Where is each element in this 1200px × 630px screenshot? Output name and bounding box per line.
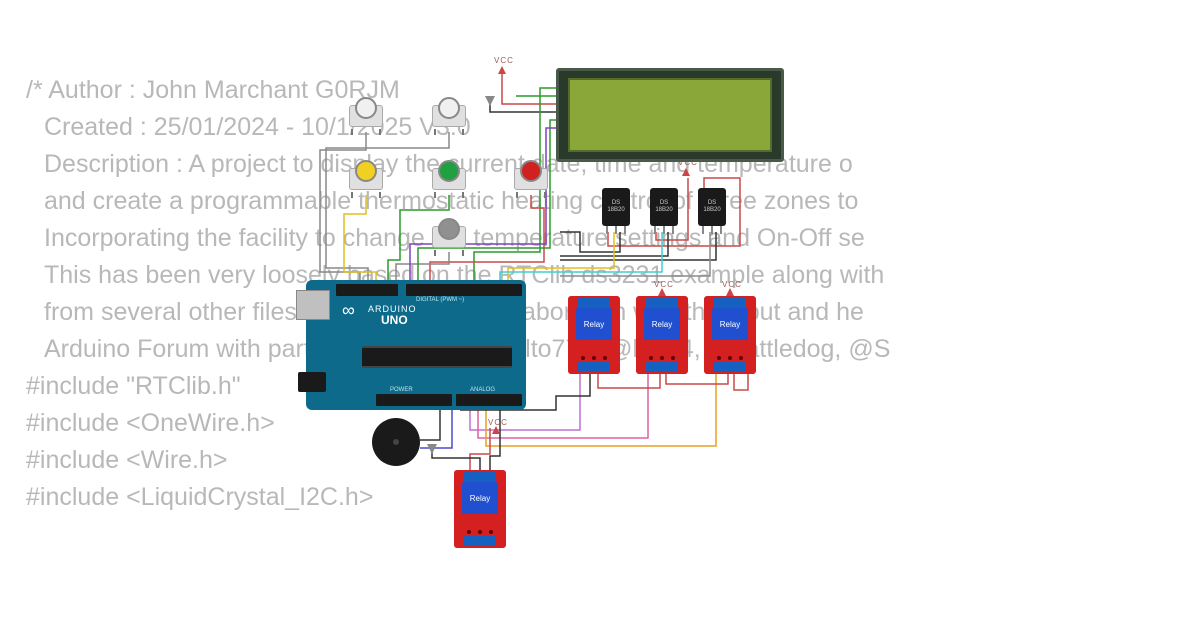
vcc-arrow-icon — [658, 288, 666, 296]
vcc-arrow-icon — [682, 168, 690, 176]
sensor-2: DS18B20 — [650, 188, 678, 226]
relay-terminal — [714, 362, 746, 372]
relay-pin-holes — [464, 530, 496, 534]
relay-pin-holes — [578, 356, 610, 360]
relay-coil-block: Relay — [576, 308, 612, 340]
button-cap — [355, 97, 377, 119]
relay-terminal — [646, 362, 678, 372]
arduino-atmega-chip — [362, 346, 512, 368]
relay-4: Relay — [454, 470, 506, 548]
relay-label: Relay — [652, 320, 672, 329]
arduino-usb-port — [296, 290, 330, 320]
relay-coil-block: Relay — [644, 308, 680, 340]
vcc-arrow-icon — [498, 66, 506, 74]
relay-terminal — [714, 298, 746, 308]
button-white-2 — [428, 97, 470, 131]
vcc-arrow-icon — [726, 288, 734, 296]
lcd-display — [556, 68, 784, 162]
sensor-label: DS — [660, 200, 668, 207]
sensor-label: 18B20 — [703, 207, 720, 214]
relay-pin-holes — [714, 356, 746, 360]
button-gray — [428, 218, 470, 252]
relay-3: Relay — [704, 296, 756, 374]
relay-terminal — [464, 536, 496, 546]
button-cap — [355, 160, 377, 182]
arduino-uno-board: DIGITAL (PWM ~) ∞ ARDUINO UNO POWER ANAL… — [306, 280, 526, 410]
lcd-screen — [568, 78, 772, 152]
sensor-label: DS — [612, 200, 620, 207]
arduino-analog-label: ANALOG — [470, 387, 495, 393]
relay-label: Relay — [584, 320, 604, 329]
button-cap — [438, 218, 460, 240]
relay-terminal — [464, 472, 496, 482]
button-yellow — [345, 160, 387, 194]
sensor-label: 18B20 — [607, 207, 624, 214]
circuit-diagram: VCC VCC DS18B20DS18B20DS18B20 RelayRelay… — [0, 0, 1200, 630]
vcc-arrow-icon — [492, 426, 500, 434]
arduino-power-jack — [298, 372, 326, 392]
gnd-arrow-icon — [485, 96, 495, 106]
relay-pin-holes — [646, 356, 678, 360]
relay-coil-block: Relay — [712, 308, 748, 340]
button-white-1 — [345, 97, 387, 131]
relay-label: Relay — [720, 320, 740, 329]
arduino-digital-label: DIGITAL (PWM ~) — [416, 297, 464, 303]
arduino-digital-header — [336, 284, 398, 296]
arduino-analog-header — [456, 394, 522, 406]
relay-coil-block: Relay — [462, 482, 498, 514]
arduino-power-header — [376, 394, 452, 406]
relay-terminal — [578, 298, 610, 308]
relay-2: Relay — [636, 296, 688, 374]
relay-terminal — [646, 298, 678, 308]
button-cap — [520, 160, 542, 182]
relay-terminal — [578, 362, 610, 372]
sensor-label: DS — [708, 200, 716, 207]
piezo-buzzer — [372, 418, 420, 466]
arduino-infinity-icon: ∞ — [342, 300, 355, 321]
gnd-arrow-icon — [427, 444, 437, 454]
relay-1: Relay — [568, 296, 620, 374]
arduino-power-label: POWER — [390, 387, 413, 393]
relay-label: Relay — [470, 494, 490, 503]
arduino-digital-header — [406, 284, 522, 296]
button-red — [510, 160, 552, 194]
button-cap — [438, 160, 460, 182]
sensor-1: DS18B20 — [602, 188, 630, 226]
button-green — [428, 160, 470, 194]
sensor-label: 18B20 — [655, 207, 672, 214]
vcc-label: VCC — [494, 56, 514, 65]
arduino-model-label: UNO — [381, 313, 408, 327]
sensor-3: DS18B20 — [698, 188, 726, 226]
button-cap — [438, 97, 460, 119]
